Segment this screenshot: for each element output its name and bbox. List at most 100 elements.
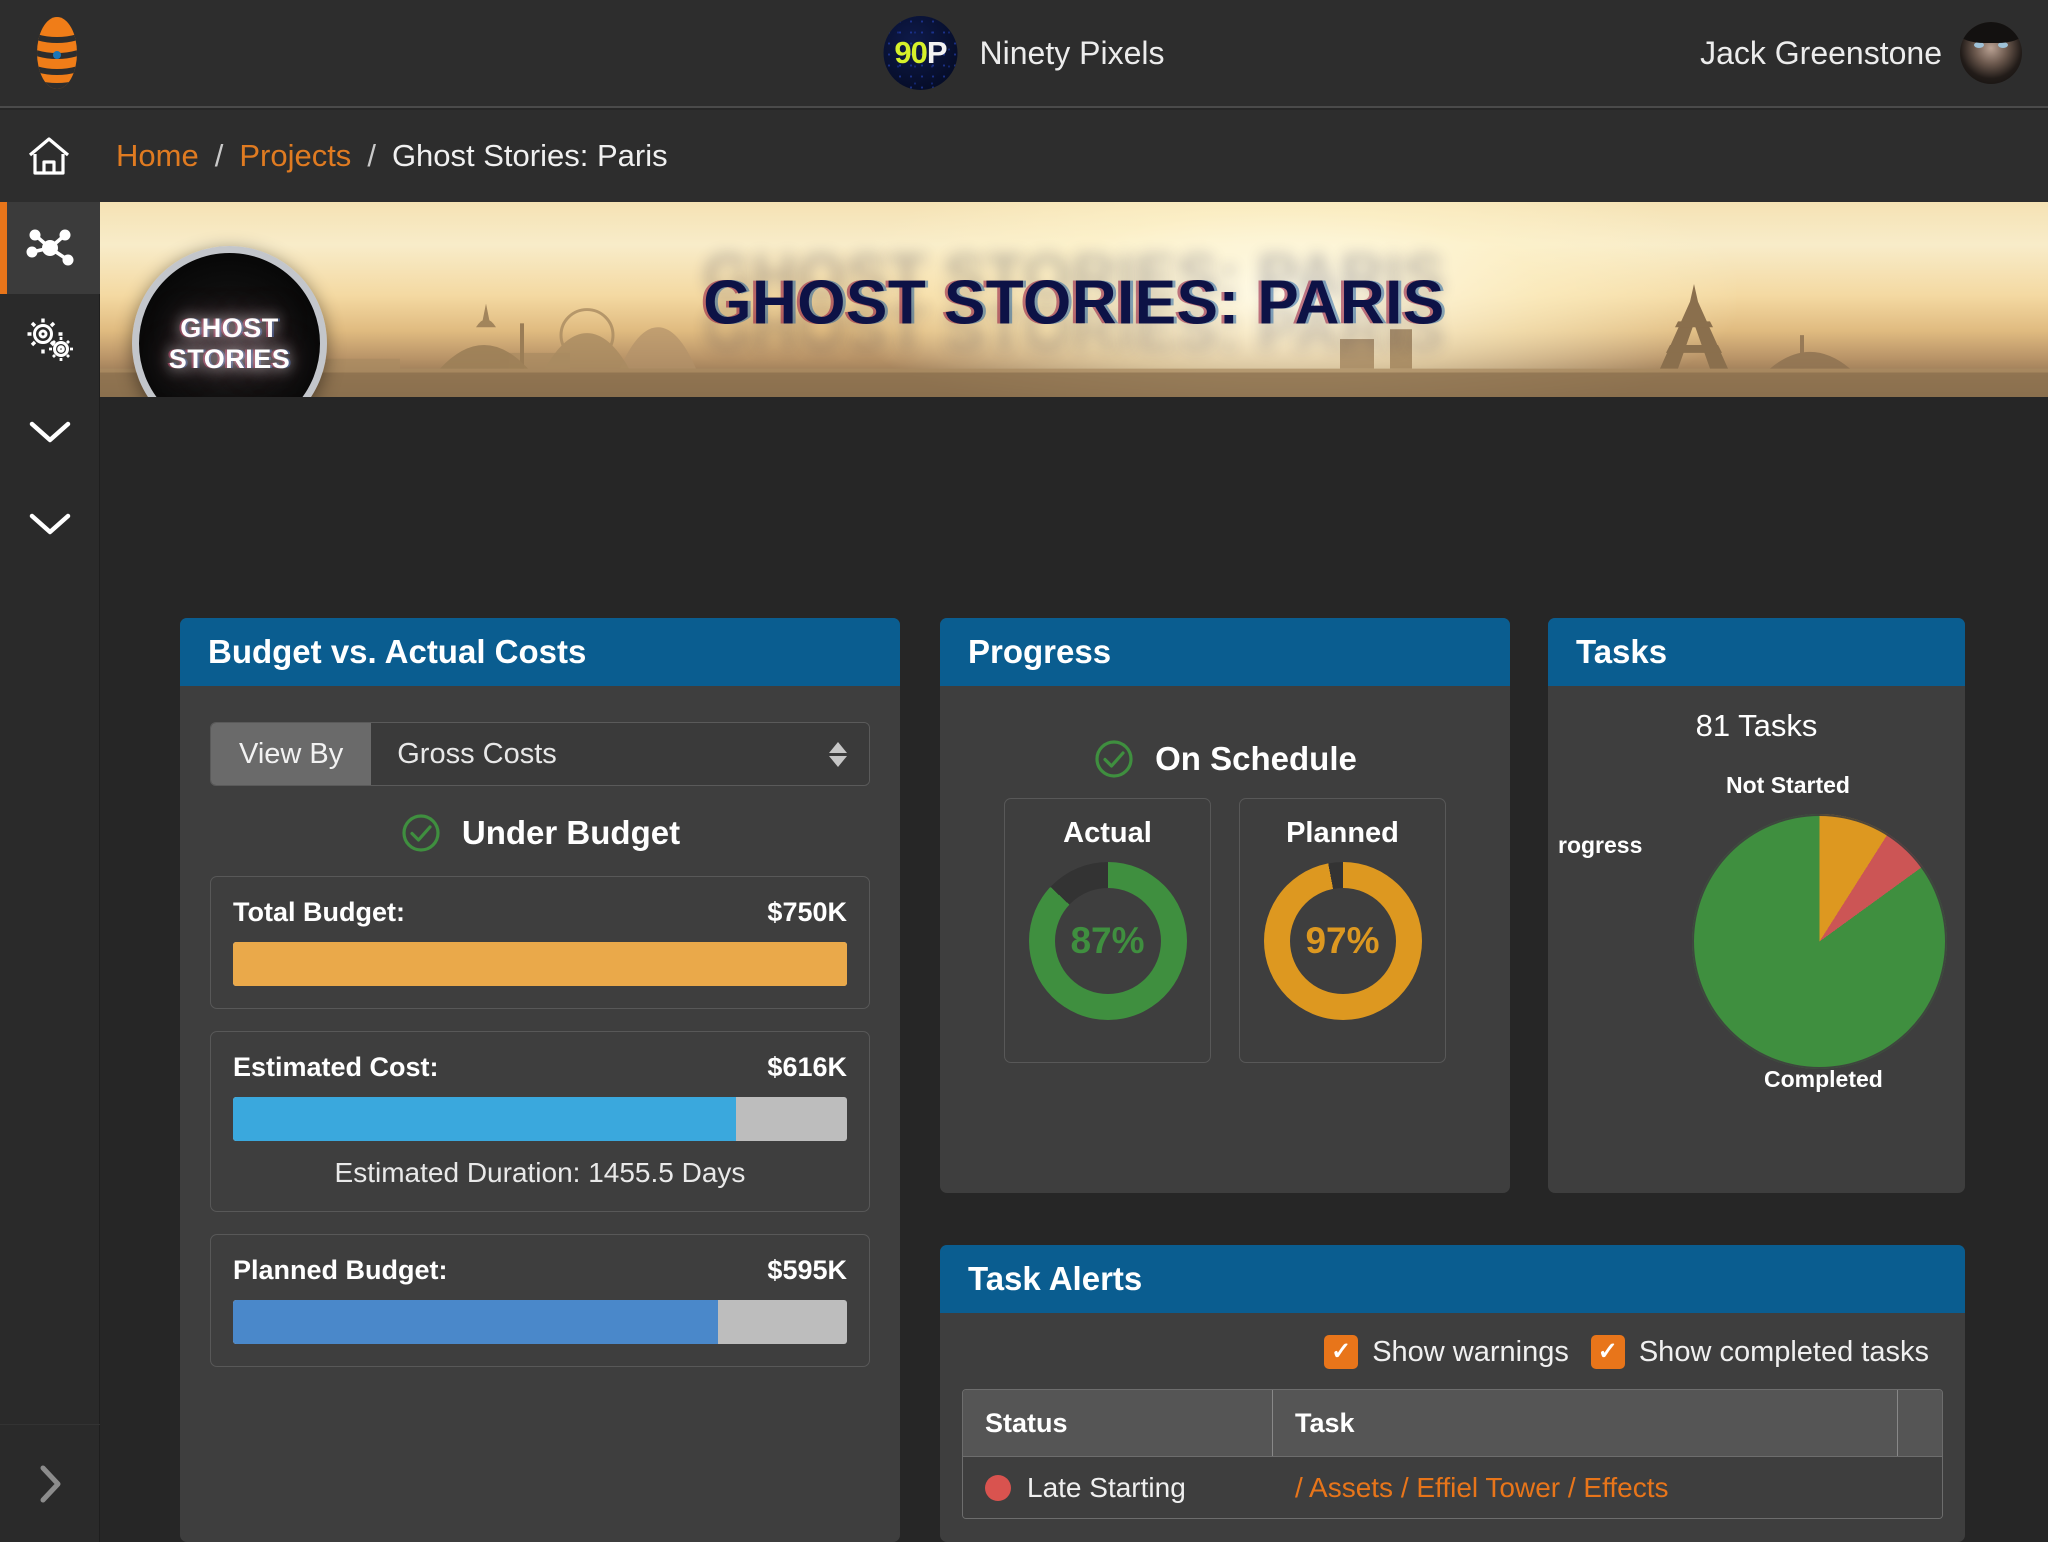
metric-label: Total Budget:	[233, 897, 405, 927]
tasks-panel-title: Tasks	[1576, 633, 1668, 670]
pie-label-not-started: Not Started	[1726, 772, 1850, 798]
planned-progress-donut: 97%	[1263, 862, 1422, 1020]
chevron-right-icon	[40, 1465, 61, 1502]
progress-bar-track	[233, 942, 847, 986]
sidebar-item-expand-1[interactable]	[0, 386, 100, 478]
checkbox-checked-icon[interactable]: ✓	[1324, 1335, 1359, 1369]
breadcrumb: Home / Projects / Ghost Stories: Paris	[116, 138, 668, 174]
avatar[interactable]	[1960, 22, 2022, 84]
metric-total-budget: Total Budget: $750K	[210, 876, 870, 1009]
view-by-control[interactable]: View By Gross Costs	[210, 722, 870, 786]
budget-status: Under Budget	[210, 812, 870, 854]
check-circle-icon	[402, 814, 440, 852]
top-bar: 90 P Ninety Pixels Jack Greenstone	[0, 0, 2048, 108]
view-by-label: View By	[211, 723, 372, 785]
cell-task[interactable]: / Assets / Effiel Tower / Effects	[1273, 1457, 1942, 1518]
column-header-task[interactable]: Task	[1273, 1390, 1898, 1456]
gears-icon	[27, 318, 73, 361]
donut-title: Planned	[1286, 817, 1399, 849]
badge-number: 90	[894, 35, 927, 70]
schedule-status: On Schedule	[970, 738, 1480, 780]
view-by-value: Gross Costs	[397, 737, 557, 770]
sidebar-item-network[interactable]	[0, 202, 100, 294]
show-completed-toggle[interactable]: ✓ Show completed tasks	[1590, 1335, 1929, 1369]
user-menu[interactable]: Jack Greenstone	[1700, 22, 2022, 84]
pie-label-completed: Completed	[1764, 1066, 1883, 1092]
project-avatar[interactable]: GHOST STORIES	[132, 246, 327, 397]
donut-value: 97%	[1289, 888, 1396, 994]
metric-label: Estimated Cost:	[233, 1052, 439, 1082]
sidebar-item-expand-2[interactable]	[0, 478, 100, 570]
stepper-icon[interactable]	[829, 741, 847, 767]
metric-estimated-cost: Estimated Cost: $616K Estimated Duration…	[210, 1031, 870, 1212]
triangle-down-icon	[829, 755, 847, 767]
budget-panel-header: Budget vs. Actual Costs	[180, 618, 900, 686]
budget-panel-body: View By Gross Costs Under Budget Total B…	[180, 686, 900, 1393]
sidebar-expand-button[interactable]	[0, 1424, 100, 1542]
project-hero-banner: GHOST STORIES: PARIS GHOST STORIES	[100, 202, 2048, 397]
show-completed-label: Show completed tasks	[1638, 1335, 1929, 1368]
badge-letter: P	[926, 35, 948, 70]
alerts-panel-header: Task Alerts	[940, 1245, 1965, 1313]
donut-row: Actual 87% Planned 97%	[970, 798, 1480, 1063]
app-brand: 90 P Ninety Pixels	[883, 16, 1165, 90]
schedule-status-label: On Schedule	[1155, 740, 1357, 777]
metric-value: $595K	[767, 1255, 847, 1285]
table-header-row: Status Task	[963, 1390, 1942, 1456]
table-row[interactable]: Late Starting / Assets / Effiel Tower / …	[963, 1456, 1942, 1518]
sidebar	[0, 202, 100, 1542]
breadcrumb-item-projects[interactable]: Projects	[239, 138, 351, 174]
network-hub-icon	[26, 229, 74, 266]
budget-panel: Budget vs. Actual Costs View By Gross Co…	[180, 618, 900, 1542]
alerts-filters: ✓ Show warnings ✓ Show completed tasks	[962, 1335, 1929, 1369]
status-dot-icon	[985, 1474, 1011, 1501]
breadcrumb-item-current: Ghost Stories: Paris	[391, 138, 668, 173]
task-pie-chart: Not Started rogress Completed	[1558, 750, 1947, 1130]
progress-panel: Progress On Schedule Actual 87% Planned …	[940, 618, 1510, 1193]
progress-bar-track	[233, 1300, 847, 1344]
show-warnings-label: Show warnings	[1372, 1335, 1569, 1368]
ninety-pixels-badge-icon: 90 P	[883, 16, 958, 90]
metric-value: $750K	[767, 897, 847, 927]
donut-card-actual: Actual 87%	[1004, 798, 1211, 1063]
task-count: 81 Tasks	[1695, 708, 1818, 743]
donut-card-planned: Planned 97%	[1239, 798, 1446, 1063]
brand-name: Ninety Pixels	[979, 34, 1165, 71]
progress-bar-track	[233, 1097, 847, 1141]
breadcrumb-item-home[interactable]: Home	[116, 138, 199, 174]
metric-planned-budget: Planned Budget: $595K	[210, 1234, 870, 1367]
breadcrumb-separator: /	[214, 138, 224, 173]
striped-oval-logo-icon[interactable]	[28, 15, 86, 91]
progress-bar-fill	[233, 1300, 719, 1344]
view-by-select[interactable]: Gross Costs	[371, 723, 869, 785]
triangle-up-icon	[829, 741, 847, 753]
project-avatar-line1: GHOST	[180, 313, 279, 344]
page-title: Budget vs. Actual Costs	[208, 633, 587, 670]
progress-bar-fill	[233, 1097, 737, 1141]
alerts-panel-body: ✓ Show warnings ✓ Show completed tasks S…	[940, 1335, 1965, 1519]
tasks-panel: Tasks 81 Tasks Not Started rogress Compl…	[1548, 618, 1965, 1193]
project-avatar-line2: STORIES	[168, 343, 291, 374]
tasks-panel-header: Tasks	[1548, 618, 1965, 686]
home-icon[interactable]	[26, 134, 72, 178]
donut-value: 87%	[1054, 888, 1161, 994]
column-header-spacer	[1898, 1390, 1942, 1456]
sidebar-item-settings[interactable]	[0, 294, 100, 386]
alerts-table: Status Task Late Starting / Assets / Eff…	[962, 1389, 1943, 1519]
metric-label: Planned Budget:	[233, 1255, 448, 1285]
progress-panel-header: Progress	[940, 618, 1510, 686]
tasks-panel-body: 81 Tasks Not Started rogress Completed	[1548, 686, 1965, 1148]
user-name: Jack Greenstone	[1700, 34, 1942, 71]
metric-value: $616K	[767, 1052, 847, 1082]
check-circle-icon	[1095, 740, 1133, 778]
breadcrumb-separator: /	[367, 138, 376, 173]
actual-progress-donut: 87%	[1028, 862, 1187, 1020]
donut-title: Actual	[1063, 817, 1152, 849]
status-badge: Late Starting	[1027, 1471, 1186, 1503]
progress-panel-title: Progress	[968, 633, 1112, 670]
column-header-status[interactable]: Status	[963, 1390, 1273, 1456]
show-warnings-toggle[interactable]: ✓ Show warnings	[1324, 1335, 1569, 1369]
progress-panel-body: On Schedule Actual 87% Planned 97%	[940, 686, 1510, 1089]
checkbox-checked-icon[interactable]: ✓	[1590, 1335, 1625, 1369]
hero-title: GHOST STORIES: PARIS	[703, 268, 1445, 338]
